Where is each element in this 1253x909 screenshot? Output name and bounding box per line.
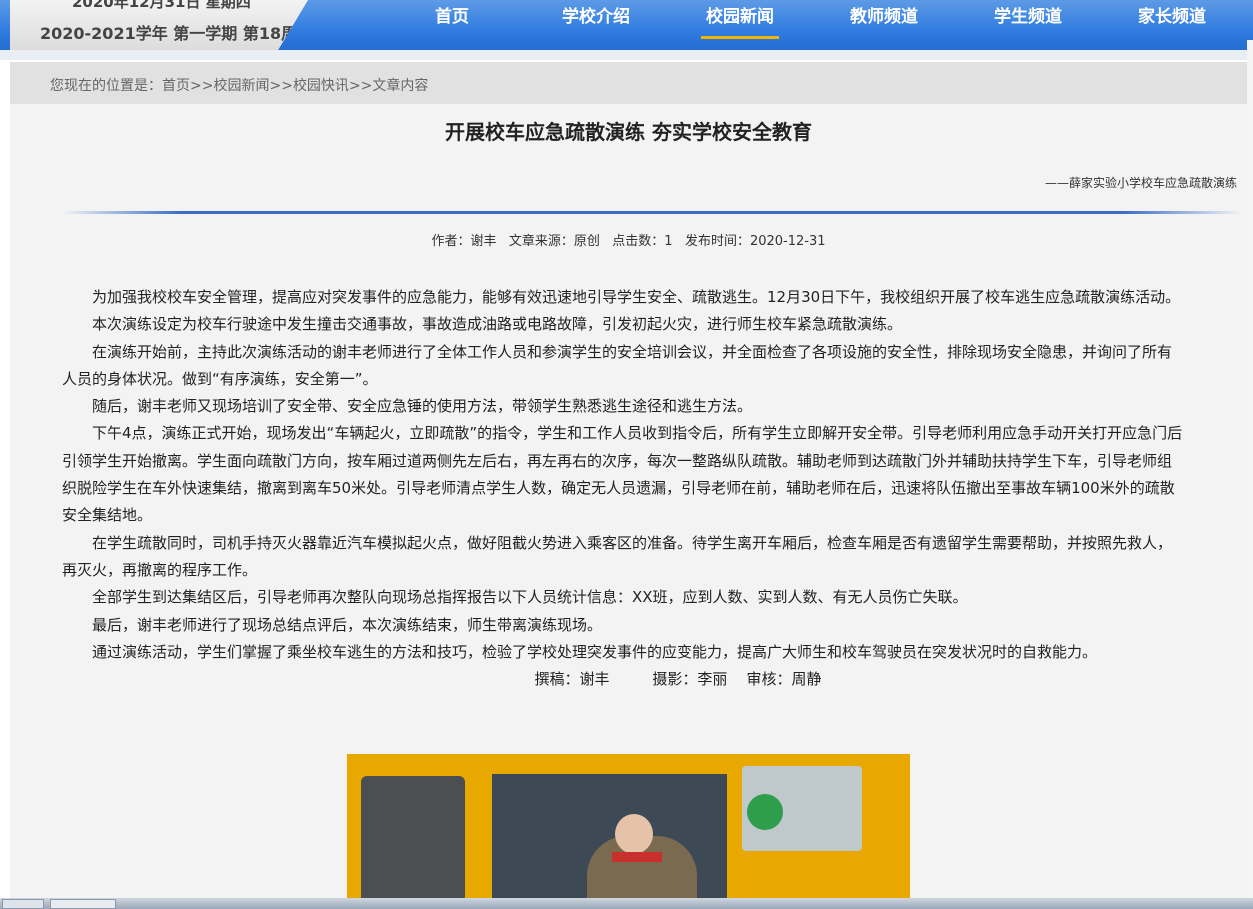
article-meta: 作者：谢丰 文章来源：原创 点击数：1 发布时间：2020-12-31 <box>431 234 826 249</box>
article-paragraph: 最后，谢丰老师进行了现场总结点评后，本次演练结束，师生带离演练现场。 <box>92 615 603 634</box>
breadcrumb-sep: >> <box>190 78 214 94</box>
nav-students[interactable]: 学生频道 <box>956 0 1100 50</box>
article-paragraph: 本次演练设定为校车行驶途中发生撞击交通事故，事故造成油路或电路故障，引发初起火灾… <box>92 315 903 334</box>
breadcrumb-sep: >> <box>269 78 293 94</box>
breadcrumb-current: 文章内容 <box>372 78 429 94</box>
article-paragraph: 在学生疏散同时，司机手持灭火器靠近汽车模拟起火点，做好阻截火势进入乘客区的准备。… <box>62 533 1173 579</box>
breadcrumb-bar: 您现在的位置是：首页>>校园新闻>>校园快讯>>文章内容 <box>10 62 1247 104</box>
content-area: 您现在的位置是：首页>>校园新闻>>校园快讯>>文章内容 开展校车应急疏散演练 … <box>10 62 1247 909</box>
taskbar-button[interactable] <box>50 899 116 909</box>
scrollbar-track[interactable] <box>1247 40 1253 898</box>
breadcrumb-home[interactable]: 首页 <box>162 78 190 94</box>
breadcrumb-campus-news[interactable]: 校园新闻 <box>213 78 269 94</box>
os-taskbar <box>0 898 1253 909</box>
article-paragraph: 在演练开始前，主持此次演练活动的谢丰老师进行了全体工作人员和参演学生的安全培训会… <box>62 342 1173 388</box>
article-credits: 撰稿：谢丰 摄影：李丽 审核：周静 <box>534 670 822 689</box>
breadcrumb-sep: >> <box>348 78 373 94</box>
main-nav: 首页 学校介绍 校园新闻 教师频道 学生频道 家长频道 <box>380 0 1244 50</box>
bus-sign <box>747 794 783 830</box>
taskbar-button[interactable] <box>2 899 44 909</box>
date-panel: 2020年12月31日 星期四 2020-2021学年 第一学期 第18周 <box>10 0 308 50</box>
breadcrumb-campus-flash[interactable]: 校园快讯 <box>293 78 349 94</box>
article-title: 开展校车应急疏散演练 夯实学校安全教育 <box>445 120 812 144</box>
breadcrumb: 您现在的位置是：首页>>校园新闻>>校园快讯>>文章内容 <box>50 75 428 95</box>
bus-window <box>361 776 465 909</box>
title-divider <box>62 211 1242 214</box>
breadcrumb-prefix: 您现在的位置是： <box>50 78 162 94</box>
nav-campus-news[interactable]: 校园新闻 <box>668 0 812 50</box>
nav-school-intro[interactable]: 学校介绍 <box>524 0 668 50</box>
nav-teachers[interactable]: 教师频道 <box>812 0 956 50</box>
school-bus-photo <box>347 754 910 909</box>
article-paragraph: 为加强我校校车安全管理，提高应对突发事件的应急能力，能够有效迅速地引导学生安全、… <box>92 288 1181 306</box>
nav-parents[interactable]: 家长频道 <box>1100 0 1244 50</box>
student-head <box>615 814 653 854</box>
article-paragraph: 通过演练活动，学生们掌握了乘坐校车逃生的方法和技巧，检验了学校处理突发事件的应变… <box>92 642 1098 661</box>
date-text: 2020年12月31日 星期四 <box>72 0 251 11</box>
article-subtitle: ——薛家实验小学校车应急疏散演练 <box>1044 176 1237 190</box>
article-paragraph: 全部学生到达集结区后，引导老师再次整队向现场总指挥报告以下人员统计信息：XX班，… <box>92 588 968 607</box>
nav-home[interactable]: 首页 <box>380 0 524 50</box>
term-text: 2020-2021学年 第一学期 第18周 <box>40 24 298 43</box>
article-paragraph: 随后，谢丰老师又现场培训了安全带、安全应急锤的使用方法，带领学生熟悉逃生途径和逃… <box>92 397 753 416</box>
header-bottom-strip <box>0 50 1253 60</box>
article-paragraph: 下午4点，演练正式开始，现场发出“车辆起火，立即疏散”的指令，学生和工作人员收到… <box>62 424 1183 525</box>
red-scarf <box>612 852 662 862</box>
article-body: 为加强我校校车安全管理，提高应对突发事件的应急能力，能够有效迅速地引导学生安全、… <box>62 284 1184 693</box>
